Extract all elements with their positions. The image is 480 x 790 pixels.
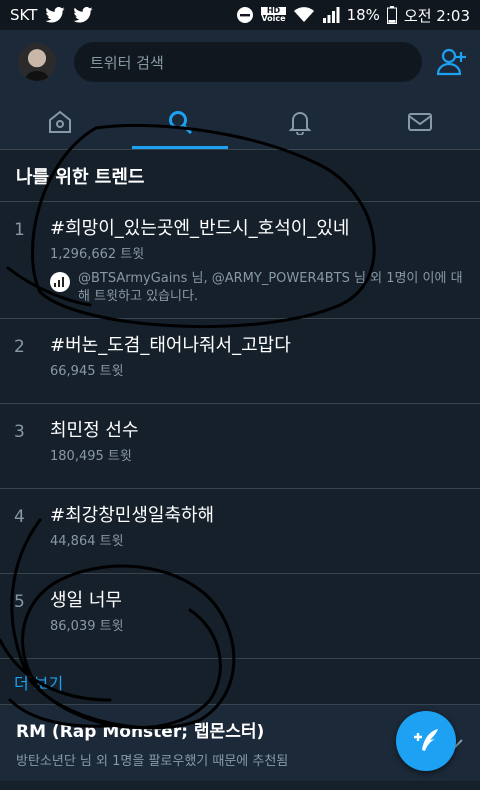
twitter-icon (73, 7, 93, 23)
tab-search[interactable] (120, 94, 240, 149)
twitter-icon (45, 7, 65, 23)
chart-icon (50, 272, 70, 292)
search-input[interactable]: 트위터 검색 (74, 42, 422, 82)
home-icon (49, 110, 71, 133)
add-user-icon[interactable] (436, 46, 468, 78)
bell-icon (288, 111, 312, 135)
trend-rank: 3 (14, 422, 25, 442)
trend-name: 최민정 선수 (50, 420, 139, 441)
trend-context-text: @BTSArmyGains 님, @ARMY_POWER4BTS 님 외 1명이… (78, 271, 463, 304)
trend-rank: 4 (14, 507, 25, 527)
mail-icon (408, 112, 432, 131)
trend-rank: 2 (14, 337, 25, 357)
top-bar: 트위터 검색 (0, 30, 480, 94)
clock: 오전 2:03 (403, 6, 470, 25)
trend-name: #최강창민생일축하해 (50, 505, 215, 526)
trend-count: 44,864 트윗 (50, 534, 124, 549)
trend-count: 66,945 트윗 (50, 364, 124, 379)
search-icon (169, 110, 192, 134)
compose-button[interactable] (396, 711, 456, 771)
trend-item[interactable]: 2 #버논_도겸_태어나줘서_고맙다 66,945 트윗 (0, 319, 480, 404)
avatar[interactable] (18, 43, 56, 81)
tab-notifications[interactable] (240, 94, 360, 149)
more-link[interactable]: 더 보기 (0, 659, 480, 705)
trend-item[interactable]: 4 #최강창민생일축하해 44,864 트윗 (0, 489, 480, 574)
battery-percent: 18% (346, 6, 380, 24)
hd-voice-badge: HD Voice (261, 6, 286, 23)
section-title: 나를 위한 트렌드 (0, 150, 480, 202)
trend-name: 생일 너무 (50, 590, 122, 611)
minus-circle-icon (237, 7, 254, 23)
carrier-label: SKT (10, 6, 38, 24)
trend-item[interactable]: 1 #희망이_있는곳엔_반드시_호석이_있네 1,296,662 트윗 @BTS… (0, 202, 480, 319)
trend-count: 1,296,662 트윗 (50, 247, 145, 262)
wifi-icon (293, 7, 314, 22)
trend-rank: 5 (14, 592, 25, 612)
trend-count: 180,495 트윗 (50, 449, 132, 464)
trend-name: #버논_도겸_태어나줘서_고맙다 (50, 335, 291, 356)
suggestion-reason: 방탄소년단 님 외 1명을 팔로우했기 때문에 추천됨 (16, 754, 289, 769)
search-placeholder: 트위터 검색 (90, 53, 164, 72)
trend-count: 86,039 트윗 (50, 619, 124, 634)
tab-messages[interactable] (360, 94, 480, 149)
battery-icon (386, 6, 397, 24)
trend-rank: 1 (14, 220, 25, 240)
status-bar: SKT HD Voice 18% 오전 2:03 (0, 0, 480, 30)
tab-home[interactable] (0, 94, 120, 149)
tab-bar (0, 94, 480, 150)
trend-item[interactable]: 5 생일 너무 86,039 트윗 (0, 574, 480, 659)
trend-name: #희망이_있는곳엔_반드시_호석이_있네 (50, 218, 350, 239)
signal-icon (322, 7, 340, 23)
compose-icon (414, 729, 438, 751)
trend-item[interactable]: 3 최민정 선수 180,495 트윗 (0, 404, 480, 489)
trend-context: @BTSArmyGains 님, @ARMY_POWER4BTS 님 외 1명이… (50, 270, 464, 306)
